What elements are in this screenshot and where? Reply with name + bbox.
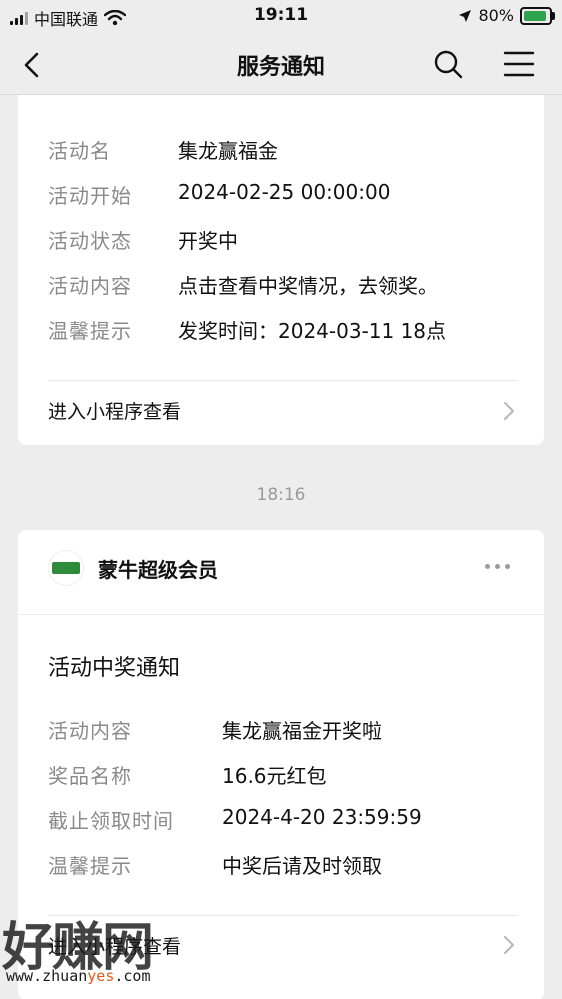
- search-icon[interactable]: [432, 48, 464, 80]
- notice-title: 活动中奖通知: [48, 656, 181, 681]
- notification-feed[interactable]: 活动名 集龙赢福金 活动开始 2024-02-25 00:00:00 活动状态 …: [0, 95, 562, 999]
- info-row: 活动内容 集龙赢福金开奖啦: [48, 715, 382, 744]
- brand-logo-icon: [48, 550, 84, 586]
- divider: [48, 380, 518, 381]
- divider: [18, 614, 544, 615]
- info-row: 截止领取时间 2024-4-20 23:59:59: [48, 805, 422, 834]
- row-value: 2024-02-25 00:00:00: [178, 180, 391, 204]
- brand-name: 蒙牛超级会员: [98, 557, 218, 582]
- row-value: 集龙赢福金开奖啦: [222, 719, 382, 743]
- info-row: 活动内容 点击查看中奖情况，去领奖。: [48, 270, 438, 299]
- info-row: 奖品名称 16.6元红包: [48, 760, 327, 789]
- row-label: 温馨提示: [48, 854, 132, 878]
- chevron-right-icon[interactable]: [502, 400, 516, 422]
- row-label: 活动状态: [48, 229, 132, 253]
- brand-header[interactable]: 蒙牛超级会员: [48, 550, 218, 586]
- row-label: 活动内容: [48, 274, 132, 298]
- info-row: 温馨提示 发奖时间：2024-03-11 18点: [48, 315, 446, 344]
- battery-percent: 80%: [478, 6, 514, 25]
- chevron-right-icon[interactable]: [502, 934, 516, 956]
- watermark-url-suffix: .com: [114, 967, 151, 985]
- page-title: 服务通知: [236, 55, 325, 80]
- notification-card-1: 活动名 集龙赢福金 活动开始 2024-02-25 00:00:00 活动状态 …: [18, 95, 544, 445]
- info-row: 活动状态 开奖中: [48, 225, 238, 254]
- row-value: 发奖时间：2024-03-11 18点: [178, 319, 447, 343]
- status-right: 80%: [458, 6, 555, 25]
- message-timestamp: 18:16: [256, 485, 306, 505]
- row-value: 点击查看中奖情况，去领奖。: [178, 274, 438, 298]
- battery-charging-icon: [520, 6, 555, 25]
- site-watermark: 好赚网 www.zhuanyes.com: [2, 905, 202, 995]
- watermark-url-prefix: www.zhuan: [6, 967, 88, 985]
- watermark-url: www.zhuanyes.com: [6, 967, 151, 985]
- row-value: 集龙赢福金: [178, 139, 278, 163]
- info-row: 活动开始 2024-02-25 00:00:00: [48, 180, 390, 209]
- row-label: 活动内容: [48, 719, 132, 743]
- row-value: 2024-4-20 23:59:59: [222, 805, 422, 829]
- row-value: 开奖中: [178, 229, 238, 253]
- row-label: 活动开始: [48, 184, 132, 208]
- open-mini-program-link[interactable]: 进入小程序查看: [48, 397, 181, 424]
- status-bar: 中国联通 19:11 80%: [0, 0, 562, 34]
- location-arrow-icon: [459, 9, 472, 22]
- row-label: 截止领取时间: [48, 809, 174, 833]
- nav-bar: 服务通知: [0, 34, 562, 95]
- row-label: 奖品名称: [48, 764, 132, 788]
- row-label: 温馨提示: [48, 319, 132, 343]
- row-value: 16.6元红包: [222, 764, 327, 788]
- info-row: 活动名 集龙赢福金: [48, 135, 278, 164]
- more-options-icon[interactable]: [485, 564, 510, 569]
- info-row: 温馨提示 中奖后请及时领取: [48, 850, 382, 879]
- row-value: 中奖后请及时领取: [222, 854, 382, 878]
- row-label: 活动名: [48, 139, 111, 163]
- menu-icon[interactable]: [503, 49, 535, 79]
- watermark-url-highlight: yes: [87, 967, 115, 985]
